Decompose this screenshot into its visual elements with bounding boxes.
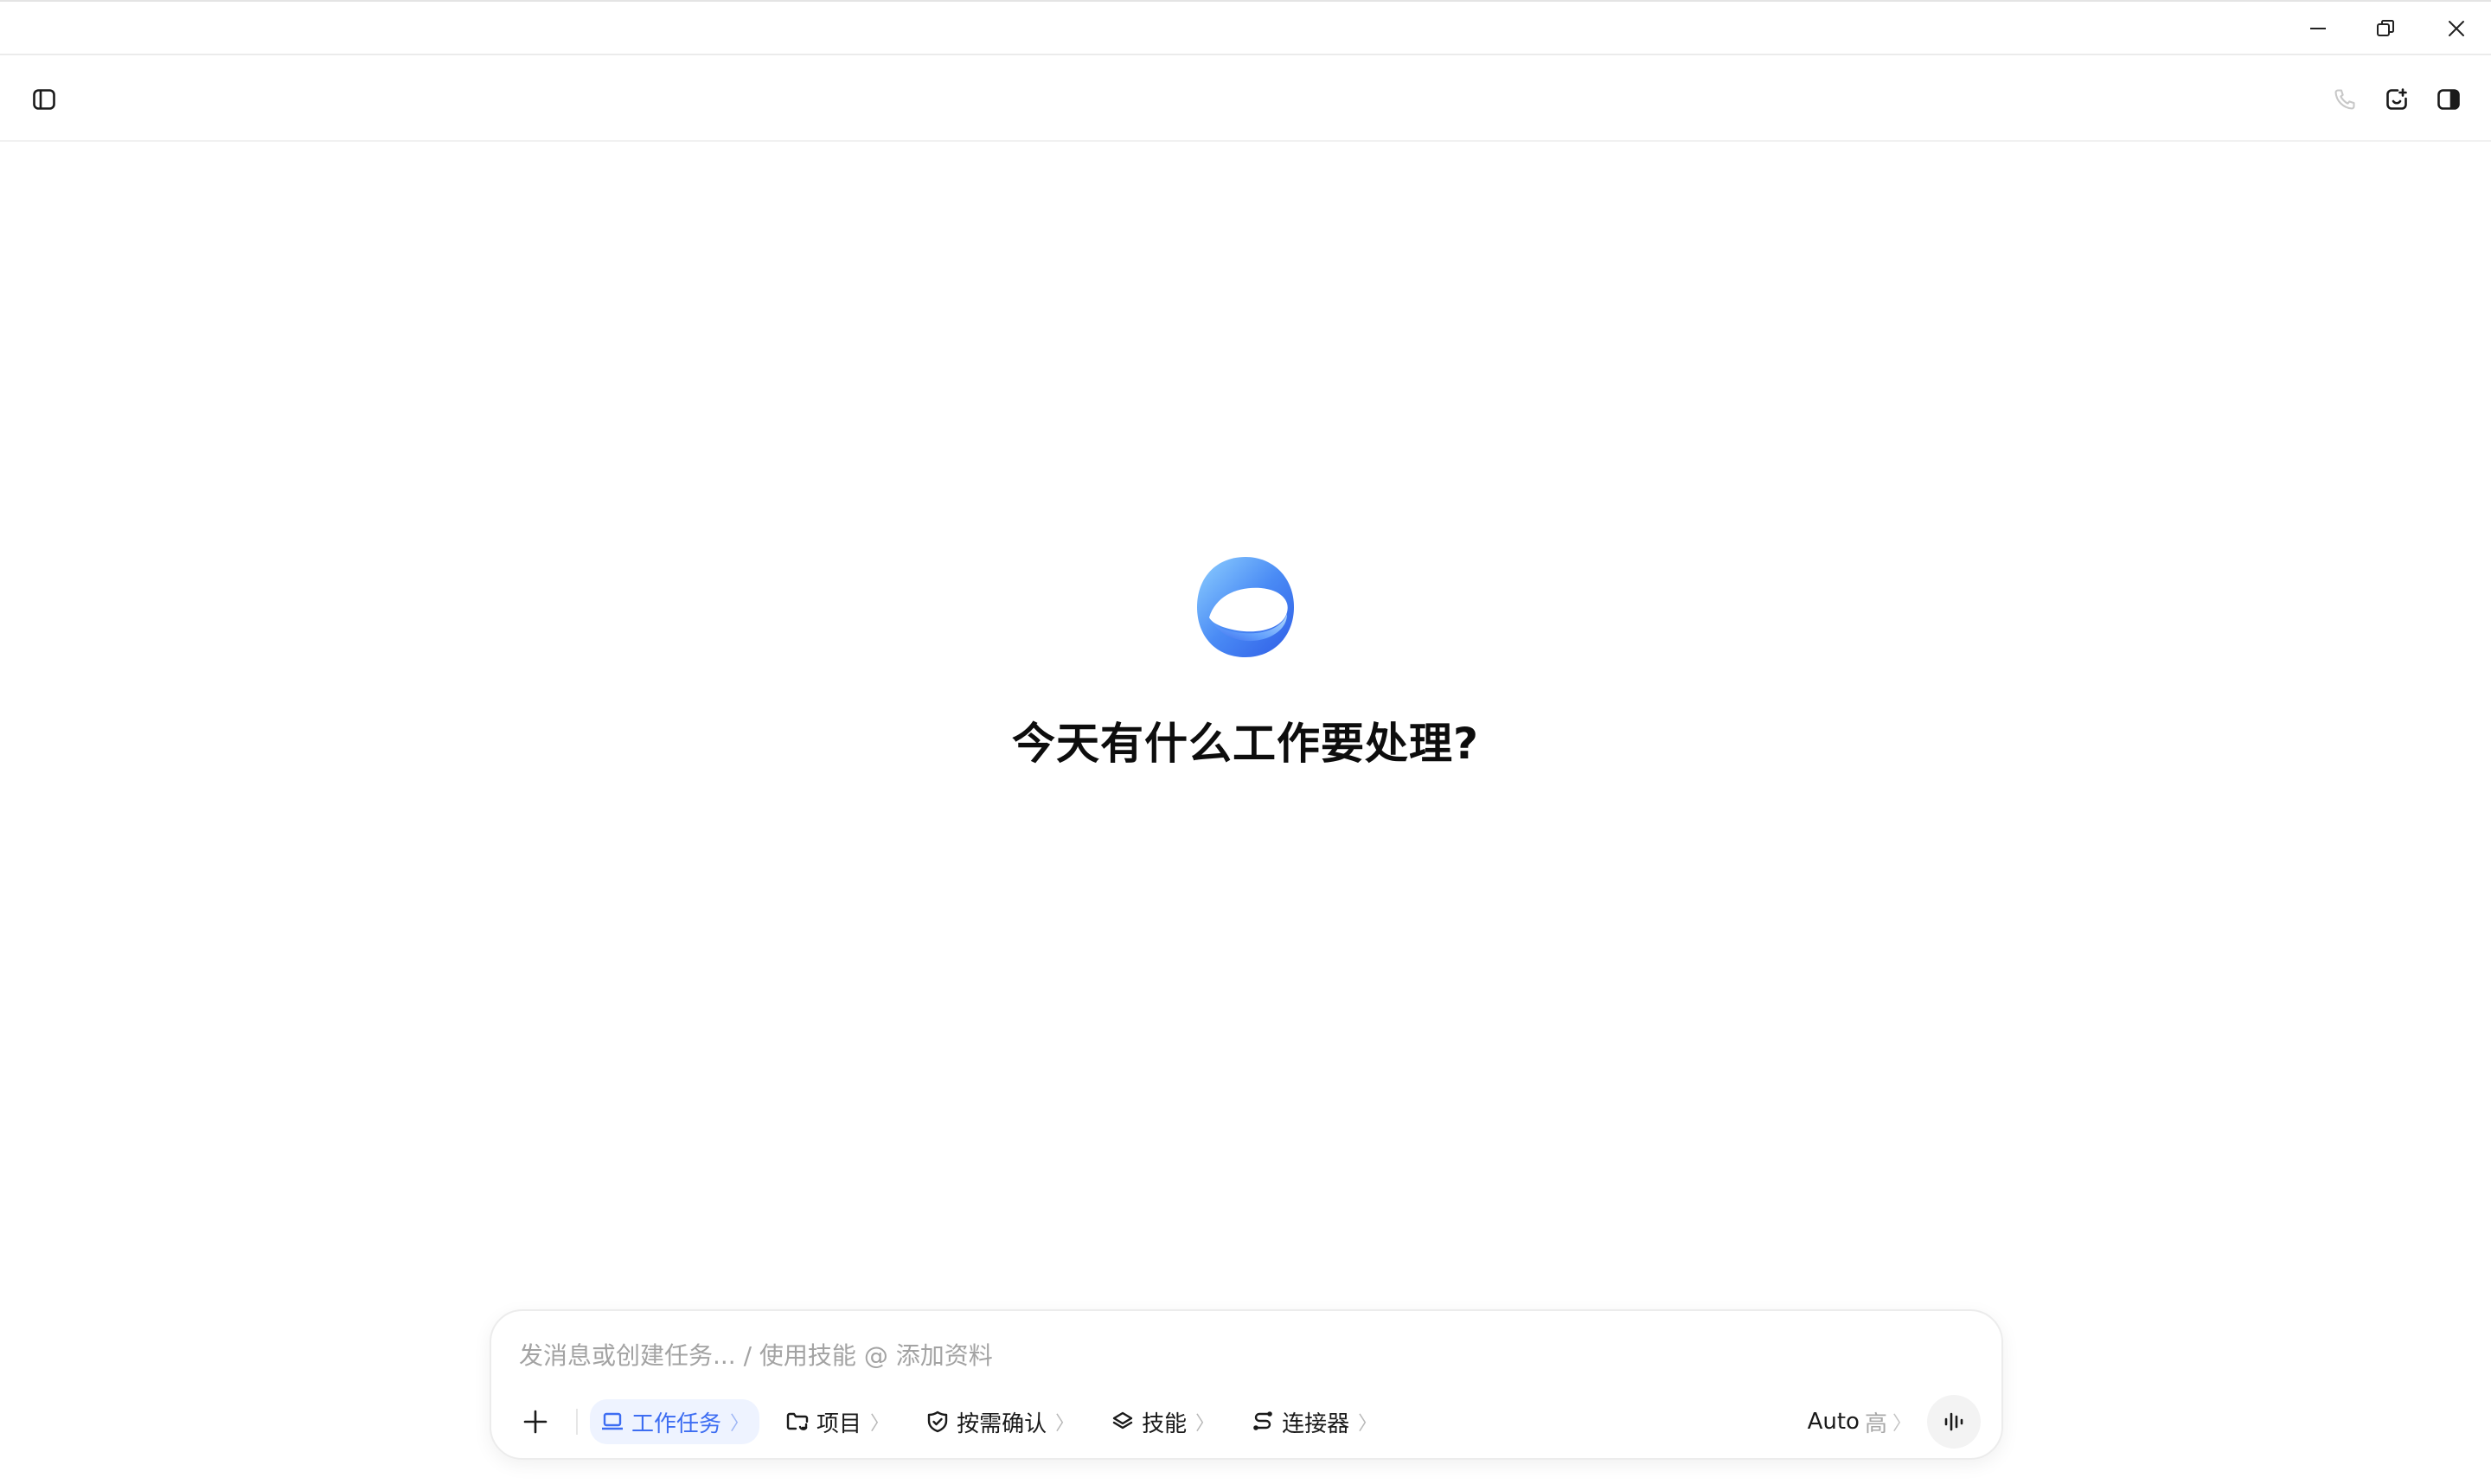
model-selector[interactable]: Auto 高 〉 — [1808, 1406, 1911, 1438]
attach-button[interactable] — [512, 1398, 559, 1445]
voice-wave-icon — [1944, 1412, 1963, 1431]
sidebar-toggle-button[interactable] — [22, 78, 66, 121]
phone-icon — [2334, 89, 2355, 110]
title-bar — [0, 0, 2491, 55]
chip-confirm-on-demand[interactable]: 按需确认 〉 — [915, 1399, 1085, 1444]
welcome-title: 今天有什么工作要处理? — [1011, 719, 1479, 769]
chevron-right-icon: 〉 — [1195, 1413, 1215, 1435]
minimize-icon — [2310, 28, 2326, 29]
right-panel-toggle-button[interactable] — [2427, 78, 2470, 121]
close-icon — [2449, 21, 2464, 36]
message-input[interactable] — [519, 1330, 1972, 1380]
plus-icon — [523, 1410, 548, 1434]
chevron-right-icon: 〉 — [1358, 1413, 1378, 1435]
composer-right-tools: Auto 高 〉 — [1808, 1395, 1981, 1449]
chip-work-task[interactable]: 工作任务 〉 — [590, 1399, 760, 1444]
app-logo-icon — [1197, 557, 1294, 657]
composer-toolbar: 工作任务 〉 项目 〉 按需确认 〉 技能 〉 连接器 〉 Auto 高 〉 — [512, 1395, 1981, 1449]
shield-check-icon — [927, 1410, 948, 1433]
restore-icon — [2377, 20, 2394, 36]
app-toolbar — [0, 55, 2491, 142]
chevron-right-icon: 〉 — [870, 1413, 890, 1435]
sidebar-toggle-icon — [33, 89, 55, 110]
laptop-icon — [602, 1412, 623, 1430]
chip-label: 按需确认 — [957, 1410, 1047, 1437]
close-button[interactable] — [2427, 7, 2486, 50]
right-panel-icon — [2437, 89, 2460, 110]
composer-divider — [576, 1409, 578, 1435]
chevron-right-icon: 〉 — [730, 1413, 750, 1435]
chip-skills[interactable]: 技能 〉 — [1100, 1399, 1225, 1444]
new-chat-icon — [2386, 88, 2407, 110]
chip-label: 连接器 — [1282, 1410, 1350, 1437]
model-name: Auto — [1807, 1409, 1860, 1435]
chip-label: 技能 — [1142, 1410, 1188, 1437]
connector-icon — [1253, 1411, 1272, 1430]
restore-button[interactable] — [2356, 7, 2415, 50]
chip-project[interactable]: 项目 〉 — [775, 1399, 900, 1444]
chevron-right-icon: 〉 — [1055, 1413, 1075, 1435]
voice-input-button[interactable] — [1927, 1395, 1981, 1449]
chip-label: 工作任务 — [631, 1410, 722, 1437]
chip-connectors[interactable]: 连接器 〉 — [1240, 1399, 1387, 1444]
folder-sync-icon — [786, 1412, 809, 1430]
app-window: 今天有什么工作要处理? 工作任务 〉 — [0, 0, 2491, 1484]
chevron-right-icon: 〉 — [1892, 1413, 1911, 1435]
new-chat-button[interactable] — [2375, 78, 2418, 121]
message-composer: 工作任务 〉 项目 〉 按需确认 — [490, 1309, 2003, 1460]
chip-label: 项目 — [816, 1410, 862, 1437]
welcome-section: 今天有什么工作要处理? — [0, 553, 2491, 771]
minimize-button[interactable] — [2289, 7, 2347, 50]
layers-icon — [1112, 1411, 1133, 1430]
model-level: 高 — [1864, 1410, 1887, 1437]
call-button[interactable] — [2323, 78, 2366, 121]
